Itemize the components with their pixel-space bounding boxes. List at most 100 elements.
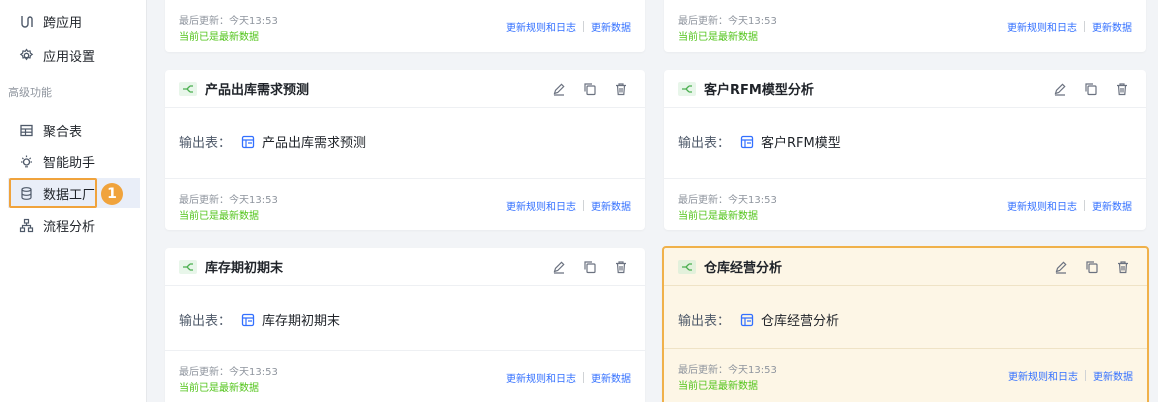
card-body: 输出表： 客户RFM模型 <box>678 132 841 151</box>
rules-log-link[interactable]: 更新规则和日志 <box>1007 198 1077 213</box>
data-flow-card: 库存期初期末 输出表： 库存期初期末 最后更新：今天13:53 当前已是最新数据… <box>165 248 645 402</box>
last-update-text: 最后更新：今天13:53 <box>179 16 278 27</box>
card-body: 输出表： 产品出库需求预测 <box>179 132 366 151</box>
data-flow-card: 产品出库需求预测 输出表： 产品出库需求预测 最后更新：今天13:53 当前已是… <box>165 70 645 230</box>
worksheet-icon <box>740 135 754 149</box>
last-update-text: 最后更新：今天13:53 <box>678 365 777 376</box>
step-badge: 1 <box>101 183 123 205</box>
data-flow-icon <box>179 259 197 274</box>
card-footer: 最后更新：今天13:53 当前已是最新数据 更新规则和日志 更新数据 <box>165 178 645 230</box>
edit-icon[interactable] <box>551 81 567 97</box>
data-flow-icon <box>179 81 197 96</box>
data-flow-icon <box>678 81 696 96</box>
output-table-label: 输出表： <box>678 136 731 151</box>
output-table-name[interactable]: 客户RFM模型 <box>761 132 841 151</box>
copy-icon[interactable] <box>1084 259 1100 275</box>
update-data-link[interactable]: 更新数据 <box>1092 19 1132 34</box>
card-header: 产品出库需求预测 <box>165 70 645 108</box>
footer-links: 更新规则和日志 更新数据 <box>1007 19 1132 34</box>
data-flow-icon <box>678 259 696 274</box>
table-grid-icon <box>18 122 34 138</box>
footer-links: 更新规则和日志 更新数据 <box>506 198 631 213</box>
output-table-name[interactable]: 仓库经营分析 <box>761 310 839 329</box>
sidebar-item-aggregate-table[interactable]: 聚合表 <box>8 115 140 145</box>
worksheet-icon <box>740 313 754 327</box>
worksheet-icon <box>241 313 255 327</box>
card-footer: 最后更新：今天13:53 当前已是最新数据 更新规则和日志 更新数据 <box>664 348 1147 400</box>
sidebar-item-label: 数据工厂 <box>43 187 96 203</box>
footer-links: 更新规则和日志 更新数据 <box>1008 368 1133 383</box>
update-data-link[interactable]: 更新数据 <box>1093 368 1133 383</box>
gear-icon <box>18 47 34 63</box>
divider <box>583 21 584 32</box>
rules-log-link[interactable]: 更新规则和日志 <box>506 198 576 213</box>
rules-log-link[interactable]: 更新规则和日志 <box>506 19 576 34</box>
last-update-text: 最后更新：今天13:53 <box>179 195 278 206</box>
copy-icon[interactable] <box>1083 81 1099 97</box>
update-data-link[interactable]: 更新数据 <box>591 198 631 213</box>
divider <box>583 372 584 383</box>
output-table-label: 输出表： <box>678 314 731 329</box>
sidebar-item-label: 跨应用 <box>43 15 83 31</box>
cross-app-icon <box>18 13 34 29</box>
footer-links: 更新规则和日志 更新数据 <box>1007 198 1132 213</box>
output-table-name[interactable]: 库存期初期末 <box>262 310 340 329</box>
card-footer: 最后更新：今天13:53 当前已是最新数据 更新规则和日志 更新数据 <box>165 0 645 52</box>
last-update-text: 最后更新：今天13:53 <box>179 367 278 378</box>
update-data-link[interactable]: 更新数据 <box>591 19 631 34</box>
sidebar-item-label: 智能助手 <box>43 155 96 171</box>
delete-icon[interactable] <box>613 259 629 275</box>
up-to-date-status: 当前已是最新数据 <box>678 211 758 222</box>
up-to-date-status: 当前已是最新数据 <box>678 381 758 392</box>
up-to-date-status: 当前已是最新数据 <box>179 383 259 394</box>
output-table-label: 输出表： <box>179 136 232 151</box>
divider <box>1084 21 1085 32</box>
rules-log-link[interactable]: 更新规则和日志 <box>1007 19 1077 34</box>
card-footer: 最后更新：今天13:53 当前已是最新数据 更新规则和日志 更新数据 <box>165 350 645 402</box>
sidebar-item-app-settings[interactable]: 应用设置 <box>8 40 140 70</box>
data-flow-card-partial-right: 最后更新：今天13:53 当前已是最新数据 更新规则和日志 更新数据 <box>664 0 1146 52</box>
card-actions <box>551 259 629 275</box>
card-footer: 最后更新：今天13:53 当前已是最新数据 更新规则和日志 更新数据 <box>664 0 1146 52</box>
divider <box>1084 200 1085 211</box>
sidebar-item-cross-app[interactable]: 跨应用 <box>8 6 140 36</box>
card-title: 库存期初期末 <box>205 261 284 276</box>
edit-icon[interactable] <box>1052 81 1068 97</box>
sidebar-item-process-analysis[interactable]: 流程分析 <box>8 210 140 240</box>
sidebar-item-label: 聚合表 <box>43 124 83 140</box>
sidebar-item-assistant[interactable]: 智能助手 <box>8 146 140 176</box>
flow-tree-icon <box>18 217 34 233</box>
last-update-text: 最后更新：今天13:53 <box>678 16 777 27</box>
bulb-icon <box>18 153 34 169</box>
edit-icon[interactable] <box>1053 259 1069 275</box>
output-table-label: 输出表： <box>179 314 232 329</box>
up-to-date-status: 当前已是最新数据 <box>179 32 259 43</box>
last-update-text: 最后更新：今天13:53 <box>678 195 777 206</box>
delete-icon[interactable] <box>1114 81 1130 97</box>
card-actions <box>1053 259 1131 275</box>
card-footer: 最后更新：今天13:53 当前已是最新数据 更新规则和日志 更新数据 <box>664 178 1146 230</box>
output-table-name[interactable]: 产品出库需求预测 <box>262 132 366 151</box>
card-title: 仓库经营分析 <box>704 261 783 276</box>
footer-links: 更新规则和日志 更新数据 <box>506 370 631 385</box>
rules-log-link[interactable]: 更新规则和日志 <box>1008 368 1078 383</box>
delete-icon[interactable] <box>613 81 629 97</box>
copy-icon[interactable] <box>582 81 598 97</box>
edit-icon[interactable] <box>551 259 567 275</box>
card-body: 输出表： 仓库经营分析 <box>678 310 839 329</box>
up-to-date-status: 当前已是最新数据 <box>179 211 259 222</box>
delete-icon[interactable] <box>1115 259 1131 275</box>
card-title: 客户RFM模型分析 <box>704 83 814 98</box>
card-body: 输出表： 库存期初期末 <box>179 310 340 329</box>
update-data-link[interactable]: 更新数据 <box>591 370 631 385</box>
card-header: 库存期初期末 <box>165 248 645 286</box>
rules-log-link[interactable]: 更新规则和日志 <box>506 370 576 385</box>
worksheet-icon <box>241 135 255 149</box>
copy-icon[interactable] <box>582 259 598 275</box>
section-label-advanced: 高级功能 <box>8 86 52 99</box>
update-data-link[interactable]: 更新数据 <box>1092 198 1132 213</box>
sidebar-item-label: 流程分析 <box>43 219 96 235</box>
card-actions <box>551 81 629 97</box>
card-title: 产品出库需求预测 <box>205 83 310 98</box>
data-flow-card: 客户RFM模型分析 输出表： 客户RFM模型 最后更新：今天13:53 当前已是… <box>664 70 1146 230</box>
